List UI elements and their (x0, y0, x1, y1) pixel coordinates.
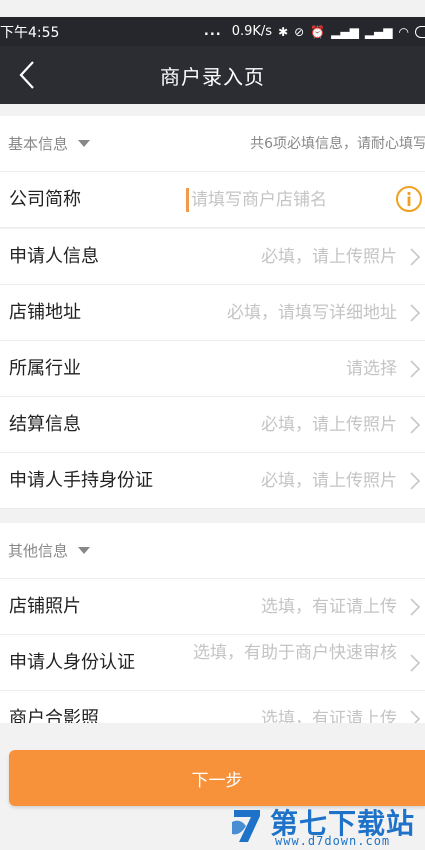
wifi-icon: ◠ (398, 24, 409, 39)
status-icons: ... 0.9K/s ✱ ⊘ ⏰ ▂▄▆ ▂▄▆ ◠ (204, 24, 425, 39)
settlement-info-row[interactable]: 结算信息 必填，请上传照片 (0, 397, 425, 453)
section-header-basic[interactable]: 基本信息 共6项必填信息，请耐心填写 (0, 116, 425, 172)
info-icon[interactable] (395, 185, 423, 213)
merchant-group-photo-row[interactable]: 商户合影照 选填，有证请上传 (0, 691, 425, 723)
applicant-verification-row[interactable]: 申请人身份认证 选填，有助于商户快速审核 (0, 635, 425, 691)
chevron-right-icon (410, 360, 421, 378)
bluetooth-icon: ✱ (278, 24, 289, 39)
signal-hd-icon: ▂▄▆ (331, 24, 359, 39)
next-step-button[interactable]: 下一步 (9, 750, 425, 806)
field-label: 商户合影照 (9, 708, 99, 723)
field-label: 店铺地址 (9, 302, 81, 323)
field-label: 结算信息 (9, 414, 81, 435)
field-label: 公司简称 (9, 189, 81, 210)
field-label: 所属行业 (9, 358, 81, 379)
field-value: 选填，有助于商户快速审核 (193, 643, 397, 663)
d7-logo-icon (232, 810, 260, 842)
store-photo-row[interactable]: 店铺照片 选填，有证请上传 (0, 579, 425, 635)
alarm-icon: ⏰ (310, 24, 326, 39)
chevron-right-icon (410, 416, 421, 434)
chevron-left-icon (19, 61, 34, 89)
watermark: 第七下载站 www.d7down.com (230, 800, 425, 850)
field-label: 店铺照片 (9, 596, 81, 617)
chevron-right-icon (410, 654, 421, 672)
status-bar: 下午4:55 ... 0.9K/s ✱ ⊘ ⏰ ▂▄▆ ▂▄▆ ◠ (0, 17, 425, 46)
status-time: 下午4:55 (0, 24, 60, 41)
field-value: 选填，有证请上传 (261, 709, 397, 723)
mute-icon: ⊘ (294, 24, 305, 39)
caret-down-icon (78, 547, 91, 554)
applicant-id-holding-row[interactable]: 申请人手持身份证 必填，请上传照片 (0, 453, 425, 509)
field-value: 请选择 (346, 359, 397, 379)
field-value: 选填，有证请上传 (261, 597, 397, 617)
field-value: 必填，请上传照片 (261, 247, 397, 267)
section-hint: 共6项必填信息，请耐心填写 (250, 136, 425, 152)
store-address-row[interactable]: 店铺地址 必填，请填写详细地址 (0, 285, 425, 341)
battery-icon (415, 25, 425, 38)
text-cursor (186, 188, 189, 212)
other-fields-list[interactable]: 店铺照片 选填，有证请上传 申请人身份认证 选填，有助于商户快速审核 商户合影照… (0, 579, 425, 723)
section-title: 基本信息 (8, 135, 69, 153)
applicant-info-row[interactable]: 申请人信息 必填，请上传照片 (0, 229, 425, 285)
network-speed: 0.9K/s (231, 24, 273, 39)
nav-bar: 商户录入页 (0, 46, 425, 104)
field-label: 申请人信息 (9, 246, 99, 267)
chevron-right-icon (410, 598, 421, 616)
section-header-other[interactable]: 其他信息 (0, 523, 425, 579)
field-label: 申请人手持身份证 (9, 470, 153, 491)
back-button[interactable] (12, 58, 42, 92)
page-title: 商户录入页 (160, 64, 265, 89)
chevron-right-icon (410, 710, 421, 723)
caret-down-icon (78, 140, 91, 147)
company-name-row: 公司简称 (0, 172, 425, 228)
more-dots: ... (203, 24, 222, 39)
industry-row[interactable]: 所属行业 请选择 (0, 341, 425, 397)
company-name-input[interactable] (191, 172, 381, 228)
chevron-right-icon (410, 248, 421, 266)
field-value: 必填，请上传照片 (261, 471, 397, 491)
field-value: 必填，请填写详细地址 (227, 303, 397, 323)
chevron-right-icon (410, 304, 421, 322)
chevron-right-icon (410, 472, 421, 490)
field-label: 申请人身份认证 (9, 652, 135, 673)
section-title: 其他信息 (8, 542, 69, 560)
watermark-url: www.d7down.com (275, 834, 391, 848)
field-value: 必填，请上传照片 (261, 415, 397, 435)
signal-icon: ▂▄▆ (364, 24, 393, 39)
